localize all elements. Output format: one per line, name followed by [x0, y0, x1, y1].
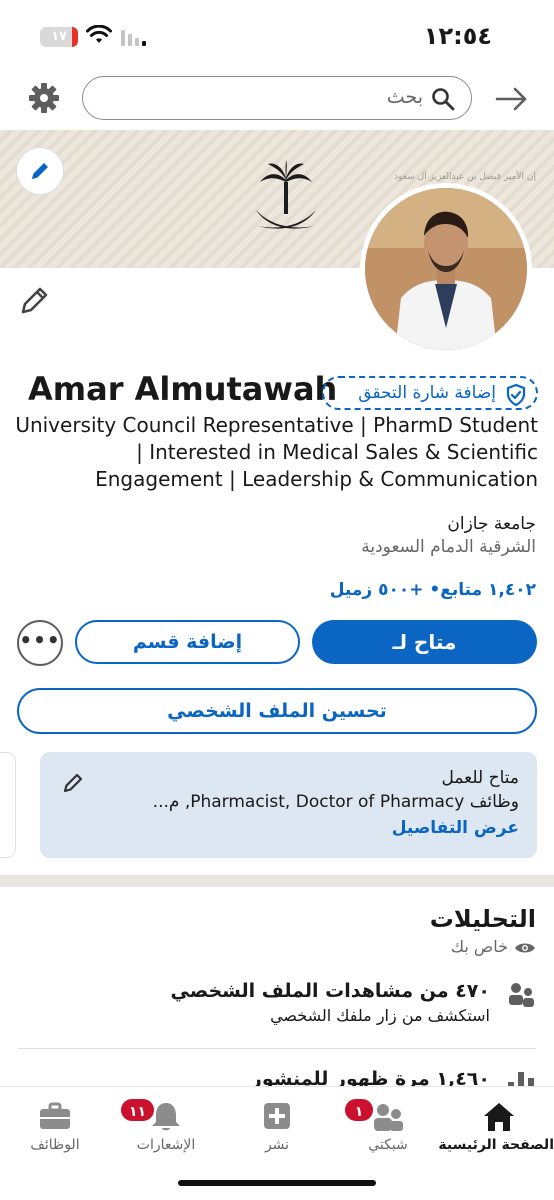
network-icon: [374, 1104, 403, 1131]
people-icon: [509, 983, 534, 1007]
analytics-private: خاص بك: [451, 937, 536, 956]
add-verification-badge-button[interactable]: إضافة شارة التحقق: [322, 376, 538, 410]
verify-label: إضافة شارة التحقق: [358, 383, 496, 403]
nav-label: الإشعارات: [136, 1137, 196, 1153]
open-to-button[interactable]: متاح لـ: [312, 620, 537, 664]
nav-notifications[interactable]: ١١ الإشعارات: [111, 1093, 221, 1163]
signal-icon: [121, 30, 146, 46]
edit-banner-button[interactable]: [17, 148, 63, 194]
location: الشرقية الدمام السعودية: [361, 537, 536, 557]
network-badge: ١: [343, 1097, 375, 1123]
profile-views-sub: استكشف من زار ملفك الشخصي: [270, 1006, 490, 1025]
shield-check-icon: [506, 384, 526, 406]
briefcase-icon: [40, 1102, 70, 1129]
status-bar: ١٧ ١٢:٥٤: [0, 0, 554, 70]
search-placeholder: بحث: [386, 86, 423, 108]
wifi-icon: [86, 25, 112, 43]
top-bar: بحث: [0, 70, 554, 128]
home-indicator: [178, 1180, 376, 1186]
nav-my-network[interactable]: ١ شبكتي: [333, 1093, 443, 1163]
edit-profile-pencil-icon[interactable]: [18, 285, 50, 317]
analytics-title: التحليلات: [429, 905, 536, 933]
banner-text: إن الأمير فيصل بن عبدالعزيز آل سعود: [394, 172, 536, 182]
profile-name: Amar Almutawah: [28, 370, 338, 408]
notifications-badge: ١١: [119, 1097, 157, 1123]
stat-divider: [18, 1048, 536, 1049]
previous-card[interactable]: [0, 752, 16, 858]
battery-icon: ١٧: [40, 27, 78, 47]
section-divider: [0, 875, 554, 887]
nav-label: الوظائف: [30, 1137, 80, 1153]
post-icon: [264, 1103, 290, 1129]
enhance-profile-button[interactable]: تحسين الملف الشخصي: [17, 688, 537, 734]
avatar[interactable]: [360, 183, 532, 355]
open-to-work-card[interactable]: متاح للعمل وظائف Pharmacist, Doctor of P…: [40, 752, 537, 858]
connections-link[interactable]: ١,٤٠٢ متابع• +٥٠٠ زميل: [330, 580, 536, 600]
clock: ١٢:٥٤: [423, 22, 492, 50]
analytics-private-label: خاص بك: [450, 937, 508, 956]
search-icon: [432, 88, 455, 111]
nav-label: شبكتي: [368, 1137, 408, 1153]
education[interactable]: جامعة جازان: [447, 514, 536, 534]
nav-label: نشر: [264, 1137, 290, 1153]
palm-swords-emblem-icon: [256, 160, 316, 229]
nav-home[interactable]: الصفحة الرئيسية: [438, 1093, 554, 1163]
nav-post[interactable]: نشر: [222, 1093, 332, 1163]
pencil-icon[interactable]: [62, 772, 84, 794]
open-to-work-title: متاح للعمل: [441, 768, 519, 788]
battery-level: ١٧: [51, 29, 67, 44]
more-options-button[interactable]: •••: [17, 620, 63, 666]
search-input[interactable]: بحث: [82, 76, 472, 120]
arrow-right-icon[interactable]: [494, 82, 528, 116]
gear-icon[interactable]: [28, 82, 60, 114]
see-details-link[interactable]: عرض التفاصيل: [392, 818, 519, 838]
open-to-work-description: وظائف Pharmacist, Doctor of Pharmacy, م.…: [152, 792, 519, 812]
nav-label: الصفحة الرئيسية: [438, 1137, 554, 1153]
home-icon: [484, 1103, 514, 1131]
more-dots-icon: •••: [19, 628, 61, 652]
profile-views-stat[interactable]: ٤٧٠ من مشاهدات الملف الشخصي: [171, 980, 491, 1002]
avatar-photo: [365, 188, 527, 350]
add-section-button[interactable]: إضافة قسم: [75, 620, 300, 664]
profile-headline: University Council Representative | Phar…: [15, 413, 538, 491]
pencil-icon: [32, 163, 48, 179]
eye-icon: [515, 943, 535, 952]
nav-jobs[interactable]: الوظائف: [0, 1093, 110, 1163]
